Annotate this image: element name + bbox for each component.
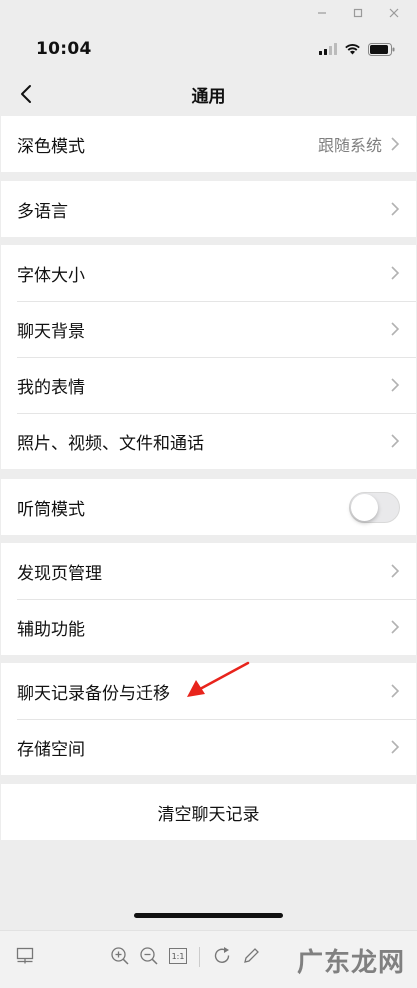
wifi-icon [345,43,360,55]
earpiece-mode-toggle[interactable] [349,491,400,523]
settings-group-language: 多语言 [1,181,416,237]
row-accessibility[interactable]: 辅助功能 [1,599,416,655]
row-label: 发现页管理 [17,563,102,584]
clear-chat-history-label: 清空聊天记录 [157,804,260,825]
row-label: 照片、视频、文件和通话 [17,433,204,454]
status-icons [319,42,395,56]
rotate-icon[interactable] [212,945,234,967]
row-label: 存储空间 [17,739,85,760]
row-discover-management[interactable]: 发现页管理 [1,543,416,599]
nav-bar: 通用 [0,72,417,116]
zoom-out-icon[interactable] [138,945,160,967]
row-earpiece-mode: 听筒模式 [1,479,416,535]
settings-group-features: 发现页管理 辅助功能 [1,543,416,655]
row-value: 跟随系统 [317,136,382,155]
settings-group-chat: 字体大小 聊天背景 我的表情 照片、视频、文件和通话 [1,245,416,469]
chevron-right-icon [391,322,400,336]
close-icon[interactable] [387,6,401,20]
battery-icon [368,42,395,56]
row-label: 我的表情 [17,377,85,398]
actual-size-label: 1:1 [169,948,187,964]
row-font-size[interactable]: 字体大小 [1,245,416,301]
row-label: 聊天记录备份与迁移 [17,683,170,704]
page-title: 通用 [191,86,226,107]
watermark: 广东龙网 [296,948,405,978]
chevron-right-icon [391,266,400,280]
row-chat-background[interactable]: 聊天背景 [1,301,416,357]
row-language[interactable]: 多语言 [1,181,416,237]
chevron-right-icon [391,202,400,216]
row-label: 听筒模式 [17,499,85,520]
edit-icon[interactable] [240,945,262,967]
layout-icon[interactable] [14,945,36,967]
chevron-right-icon [391,137,400,151]
row-label: 辅助功能 [17,619,85,640]
actual-size-icon[interactable]: 1:1 [167,945,189,967]
chevron-right-icon [391,564,400,578]
chevron-right-icon [391,684,400,698]
maximize-icon[interactable] [351,6,365,20]
chevron-right-icon [391,620,400,634]
row-my-stickers[interactable]: 我的表情 [1,357,416,413]
row-dark-mode[interactable]: 深色模式 跟随系统 [1,116,416,172]
row-chat-backup-migration[interactable]: 聊天记录备份与迁移 [1,663,416,719]
row-label: 字体大小 [17,265,85,286]
settings-group-display: 深色模式 跟随系统 [1,116,416,172]
row-label: 深色模式 [17,136,85,157]
row-label: 多语言 [17,201,68,222]
chevron-right-icon [391,434,400,448]
row-label: 聊天背景 [17,321,85,342]
toolbar-divider [199,947,200,967]
settings-group-storage: 聊天记录备份与迁移 存储空间 [1,663,416,775]
signal-icon [319,43,337,55]
window-controls [0,0,417,26]
settings-group-earpiece: 听筒模式 [1,479,416,535]
zoom-in-icon[interactable] [109,945,131,967]
chevron-right-icon [391,740,400,754]
clear-chat-history-button[interactable]: 清空聊天记录 [1,784,416,840]
status-time: 10:04 [36,39,92,59]
home-indicator [134,913,283,918]
back-icon[interactable] [12,80,40,108]
row-photos-videos-files-calls[interactable]: 照片、视频、文件和通话 [1,413,416,469]
minimize-icon[interactable] [315,6,329,20]
row-storage[interactable]: 存储空间 [1,719,416,775]
toggle-knob [351,493,378,521]
chevron-right-icon [391,378,400,392]
status-bar: 10:04 [0,26,417,72]
